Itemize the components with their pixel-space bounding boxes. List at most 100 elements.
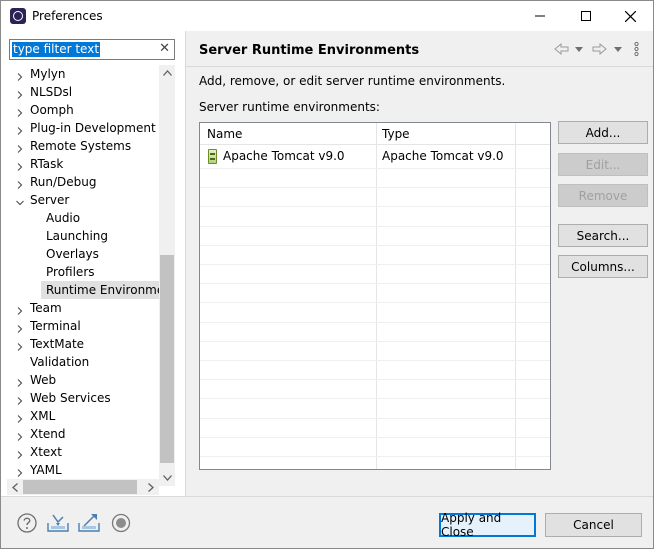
chevron-right-icon[interactable] xyxy=(15,87,25,99)
tree-item[interactable]: Audio xyxy=(1,209,159,227)
tree-item[interactable]: Validation xyxy=(1,353,159,371)
tree-item-label: Xtext xyxy=(30,445,62,459)
record-button[interactable] xyxy=(110,512,132,534)
tree-item-label: XML xyxy=(30,409,56,423)
scroll-up-icon[interactable] xyxy=(159,65,175,81)
maximize-button[interactable] xyxy=(563,1,609,31)
vertical-scroll-thumb[interactable] xyxy=(160,255,174,463)
chevron-right-icon[interactable] xyxy=(15,465,25,477)
tree-item[interactable]: NLSDsl xyxy=(1,83,159,101)
column-header-name[interactable]: Name xyxy=(207,127,242,141)
tree-item[interactable]: Mylyn xyxy=(1,65,159,83)
scroll-left-icon[interactable] xyxy=(7,479,23,495)
clear-filter-icon[interactable]: ✕ xyxy=(159,41,170,56)
tree-item[interactable]: Runtime Environmen xyxy=(41,281,159,299)
chevron-right-icon[interactable] xyxy=(15,105,25,117)
column-header-type[interactable]: Type xyxy=(382,127,410,141)
runtime-name-cell: Apache Tomcat v9.0 xyxy=(223,149,345,163)
scroll-right-icon[interactable] xyxy=(143,479,159,495)
table-header: Name Type xyxy=(200,123,550,145)
tree-item[interactable]: Xtext xyxy=(1,443,159,461)
import-button[interactable] xyxy=(47,512,69,534)
chevron-right-icon[interactable] xyxy=(15,123,25,135)
preference-tree-pane: type filter text ✕ Mylyn NLSDsl Oomph Plug-… xyxy=(1,31,185,496)
back-button[interactable] xyxy=(554,41,569,57)
view-menu-button[interactable] xyxy=(634,41,639,57)
tree-item-label: RTask xyxy=(30,157,64,171)
tree-item-label: Remote Systems xyxy=(30,139,132,153)
tree-item[interactable]: Plug-in Development xyxy=(1,119,159,137)
help-icon xyxy=(17,513,37,533)
chevron-right-icon[interactable] xyxy=(15,339,25,351)
page-header: Server Runtime Environments xyxy=(186,31,653,67)
chevron-right-icon[interactable] xyxy=(15,447,25,459)
chevron-right-icon[interactable] xyxy=(15,375,25,387)
back-menu-button[interactable] xyxy=(575,41,583,57)
tree-item[interactable]: Xtend xyxy=(1,425,159,443)
chevron-right-icon[interactable] xyxy=(15,429,25,441)
scroll-down-icon[interactable] xyxy=(159,470,175,486)
remove-button[interactable]: Remove xyxy=(558,184,648,207)
chevron-right-icon[interactable] xyxy=(15,69,25,81)
filter-input[interactable]: type filter text ✕ xyxy=(9,39,175,60)
chevron-down-icon xyxy=(614,46,622,52)
chevron-right-icon[interactable] xyxy=(15,411,25,423)
apply-and-close-button[interactable]: Apply and Close xyxy=(439,511,536,539)
tree-item[interactable]: TextMate xyxy=(1,335,159,353)
tree-item-label: Profilers xyxy=(46,265,95,279)
tree-item-label: Web Services xyxy=(30,391,111,405)
chevron-right-icon[interactable] xyxy=(15,141,25,153)
tree-vertical-scrollbar[interactable] xyxy=(159,65,175,486)
tree-item-label: Web xyxy=(30,373,57,387)
tree-item-label: Runtime Environmen xyxy=(46,283,159,297)
minimize-button[interactable] xyxy=(517,1,563,31)
tree-item[interactable]: XML xyxy=(1,407,159,425)
search-button[interactable]: Search... xyxy=(558,224,648,247)
back-arrow-icon xyxy=(554,43,569,55)
tree-item-label: YAML xyxy=(30,463,62,477)
tree-item[interactable]: Team xyxy=(1,299,159,317)
add-button[interactable]: Add... xyxy=(558,121,648,144)
chevron-right-icon[interactable] xyxy=(15,177,25,189)
tree-item[interactable]: Web Services xyxy=(1,389,159,407)
tree-item[interactable]: Profilers xyxy=(1,263,159,281)
tree-item[interactable]: YAML xyxy=(1,461,159,479)
tree-item[interactable]: RTask xyxy=(1,155,159,173)
maximize-icon xyxy=(581,11,591,21)
help-button[interactable] xyxy=(16,512,38,534)
runtime-type-cell: Apache Tomcat v9.0 xyxy=(382,149,504,163)
dialog-button-bar: Apply and Close Cancel xyxy=(1,496,653,548)
tree-item[interactable]: Terminal xyxy=(1,317,159,335)
cancel-button[interactable]: Cancel xyxy=(545,513,642,537)
tree-item-label: Terminal xyxy=(30,319,81,333)
chevron-right-icon[interactable] xyxy=(15,303,25,315)
tree-item[interactable]: Web xyxy=(1,371,159,389)
close-button[interactable] xyxy=(607,1,653,31)
tree-item[interactable]: Remote Systems xyxy=(1,137,159,155)
chevron-down-icon[interactable] xyxy=(15,195,25,206)
chevron-down-icon xyxy=(575,46,583,52)
horizontal-scroll-thumb[interactable] xyxy=(23,480,137,494)
chevron-right-icon[interactable] xyxy=(15,159,25,171)
chevron-right-icon[interactable] xyxy=(15,321,25,333)
runtime-environments-table[interactable]: Name Type Apache Tomcat v9.0 Apache Tomc… xyxy=(199,122,551,470)
forward-button[interactable] xyxy=(592,41,607,57)
forward-menu-button[interactable] xyxy=(614,41,622,57)
tree-item[interactable]: Run/Debug xyxy=(1,173,159,191)
filter-text: type filter text xyxy=(12,42,101,57)
table-label: Server runtime environments: xyxy=(199,100,380,114)
columns-button[interactable]: Columns... xyxy=(558,255,648,278)
edit-button[interactable]: Edit... xyxy=(558,153,648,176)
tree-item[interactable]: Overlays xyxy=(1,245,159,263)
export-button[interactable] xyxy=(78,512,100,534)
chevron-right-icon[interactable] xyxy=(15,393,25,405)
title-bar: Preferences xyxy=(1,1,653,31)
eclipse-app-icon xyxy=(10,8,26,24)
tree-horizontal-scrollbar[interactable] xyxy=(7,479,159,495)
tree-item-label: Overlays xyxy=(46,247,99,261)
tree-item[interactable]: Oomph xyxy=(1,101,159,119)
tree-item[interactable]: Launching xyxy=(1,227,159,245)
import-icon xyxy=(47,514,69,532)
tree-item-label: Team xyxy=(30,301,62,315)
tree-item[interactable]: Server xyxy=(1,191,159,209)
